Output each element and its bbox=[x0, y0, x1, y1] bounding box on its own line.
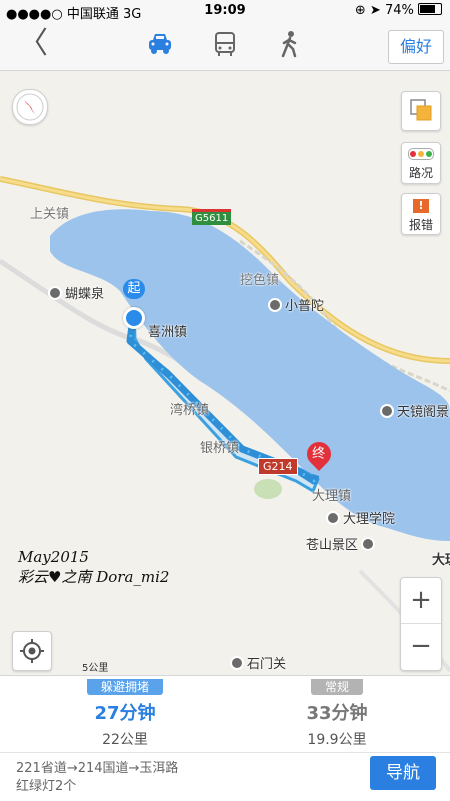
label-shimenguan[interactable]: 石门关 bbox=[230, 653, 286, 672]
label-text: 天镜阁景区 bbox=[397, 405, 450, 420]
route-lights: 红绿灯2个 bbox=[16, 779, 77, 794]
start-dot bbox=[123, 307, 145, 329]
lock-rotation-icon: ⊕ bbox=[354, 3, 366, 18]
poi-icon bbox=[48, 286, 62, 300]
label-wanqiao: 湾桥镇 bbox=[170, 403, 210, 418]
report-error-button[interactable]: ! 报错 bbox=[401, 193, 441, 235]
navigate-button[interactable]: 导航 bbox=[370, 756, 436, 790]
start-marker-label: 起 bbox=[123, 279, 145, 299]
label-dali: 大理 bbox=[432, 553, 450, 568]
label-butterfly-spring[interactable]: 蝴蝶泉 bbox=[48, 283, 104, 302]
traffic-light-icon bbox=[408, 148, 434, 160]
traffic-button[interactable]: 路况 bbox=[401, 142, 441, 184]
route-option-tag: 常规 bbox=[310, 679, 363, 695]
route-option-duration: 33分钟 bbox=[306, 703, 368, 724]
warning-icon: ! bbox=[413, 199, 429, 213]
watermark-line2: 彩云♥之南 Dora_mi2 bbox=[18, 568, 170, 586]
walk-mode-tab[interactable] bbox=[270, 30, 310, 62]
scale-label: 5公里 bbox=[82, 663, 109, 674]
walk-icon bbox=[281, 31, 297, 58]
car-mode-tab[interactable] bbox=[140, 30, 180, 62]
locate-button[interactable] bbox=[12, 631, 52, 671]
report-label: 报错 bbox=[408, 218, 433, 232]
compass-icon bbox=[16, 93, 44, 121]
location-arrow-icon: ➤ bbox=[369, 3, 381, 18]
label-text: 苍山景区 bbox=[306, 538, 359, 553]
label-xiaoputuo[interactable]: 小普陀 bbox=[268, 295, 324, 314]
battery-percent: 74% bbox=[384, 3, 414, 18]
end-marker[interactable]: 终 bbox=[302, 437, 336, 471]
car-icon bbox=[149, 34, 171, 54]
label-xizhou: 喜洲镇 bbox=[148, 325, 188, 340]
back-button[interactable]: 〈 bbox=[18, 28, 48, 60]
scale-bar: 5公里 bbox=[56, 659, 130, 675]
poi-icon bbox=[230, 656, 244, 670]
route-option-2[interactable]: 常规 33分钟 19.9公里 bbox=[237, 676, 437, 749]
route-option-1[interactable]: 躲避拥堵 27分钟 22公里 bbox=[25, 676, 225, 749]
battery-status: ⊕ ➤ 74% bbox=[355, 3, 442, 18]
poi-icon bbox=[380, 404, 394, 418]
label-wase: 挖色镇 bbox=[240, 273, 280, 288]
watermark-line1: May2015 bbox=[18, 548, 89, 566]
map-view[interactable]: G5611 G214 上关镇 蝴蝶泉 喜洲镇 湾桥镇 银桥镇 挖色镇 小普陀 天… bbox=[0, 71, 450, 675]
road-shield-g214: G214 bbox=[258, 458, 298, 475]
label-dali-town: 大理镇 bbox=[312, 489, 352, 504]
label-text: 蝴蝶泉 bbox=[65, 287, 105, 302]
route-option-distance: 19.9公里 bbox=[307, 732, 367, 748]
erhai-lake bbox=[50, 209, 450, 541]
label-text: 石门关 bbox=[247, 657, 287, 672]
divider bbox=[0, 752, 450, 753]
chevron-left-icon: 〈 bbox=[18, 26, 48, 61]
layers-button[interactable] bbox=[401, 91, 441, 131]
battery-icon bbox=[418, 3, 442, 15]
layers-icon bbox=[410, 99, 432, 121]
route-option-duration: 27分钟 bbox=[94, 703, 156, 724]
start-marker[interactable]: 起 bbox=[121, 277, 147, 329]
route-roads: 221省道→214国道→玉洱路 bbox=[16, 761, 179, 776]
poi-icon bbox=[361, 537, 376, 551]
end-marker-pin: 终 bbox=[302, 437, 336, 471]
zoom-out-button[interactable]: − bbox=[401, 624, 441, 669]
poi-icon bbox=[268, 298, 282, 312]
end-marker-label: 终 bbox=[312, 446, 326, 462]
zoom-control: + − bbox=[400, 577, 442, 671]
bus-icon bbox=[215, 32, 235, 56]
park-area bbox=[254, 479, 282, 499]
zoom-in-button[interactable]: + bbox=[401, 578, 441, 624]
top-bar: 〈 偏好 bbox=[0, 22, 450, 71]
road-shield-g5611: G5611 bbox=[192, 209, 232, 225]
preference-button[interactable]: 偏好 bbox=[388, 30, 444, 64]
label-tianjingge[interactable]: 天镜阁景区 bbox=[380, 401, 450, 420]
locate-icon bbox=[20, 639, 44, 663]
label-text: 小普陀 bbox=[285, 299, 325, 314]
status-bar: ●●●●○ 中国联通 3G 19:09 ⊕ ➤ 74% bbox=[0, 0, 450, 22]
photo-watermark: May2015 彩云♥之南 Dora_mi2 bbox=[18, 547, 169, 587]
label-yinqiao: 银桥镇 bbox=[200, 441, 240, 456]
route-option-distance: 22公里 bbox=[102, 732, 148, 748]
school-icon bbox=[326, 511, 340, 525]
label-dali-university[interactable]: 大理学院 bbox=[326, 508, 395, 527]
route-option-tag: 躲避拥堵 bbox=[86, 679, 163, 695]
compass-button[interactable] bbox=[12, 89, 48, 125]
route-panel: 躲避拥堵 27分钟 22公里 常规 33分钟 19.9公里 221省道→214国… bbox=[0, 675, 450, 801]
traffic-label: 路况 bbox=[408, 166, 433, 180]
bus-mode-tab[interactable] bbox=[205, 30, 245, 62]
route-summary: 221省道→214国道→玉洱路 红绿灯2个 bbox=[16, 760, 178, 796]
label-text: 大理学院 bbox=[343, 512, 396, 527]
label-shangguan: 上关镇 bbox=[30, 207, 70, 222]
label-cangshan[interactable]: 苍山景区 bbox=[306, 534, 378, 553]
